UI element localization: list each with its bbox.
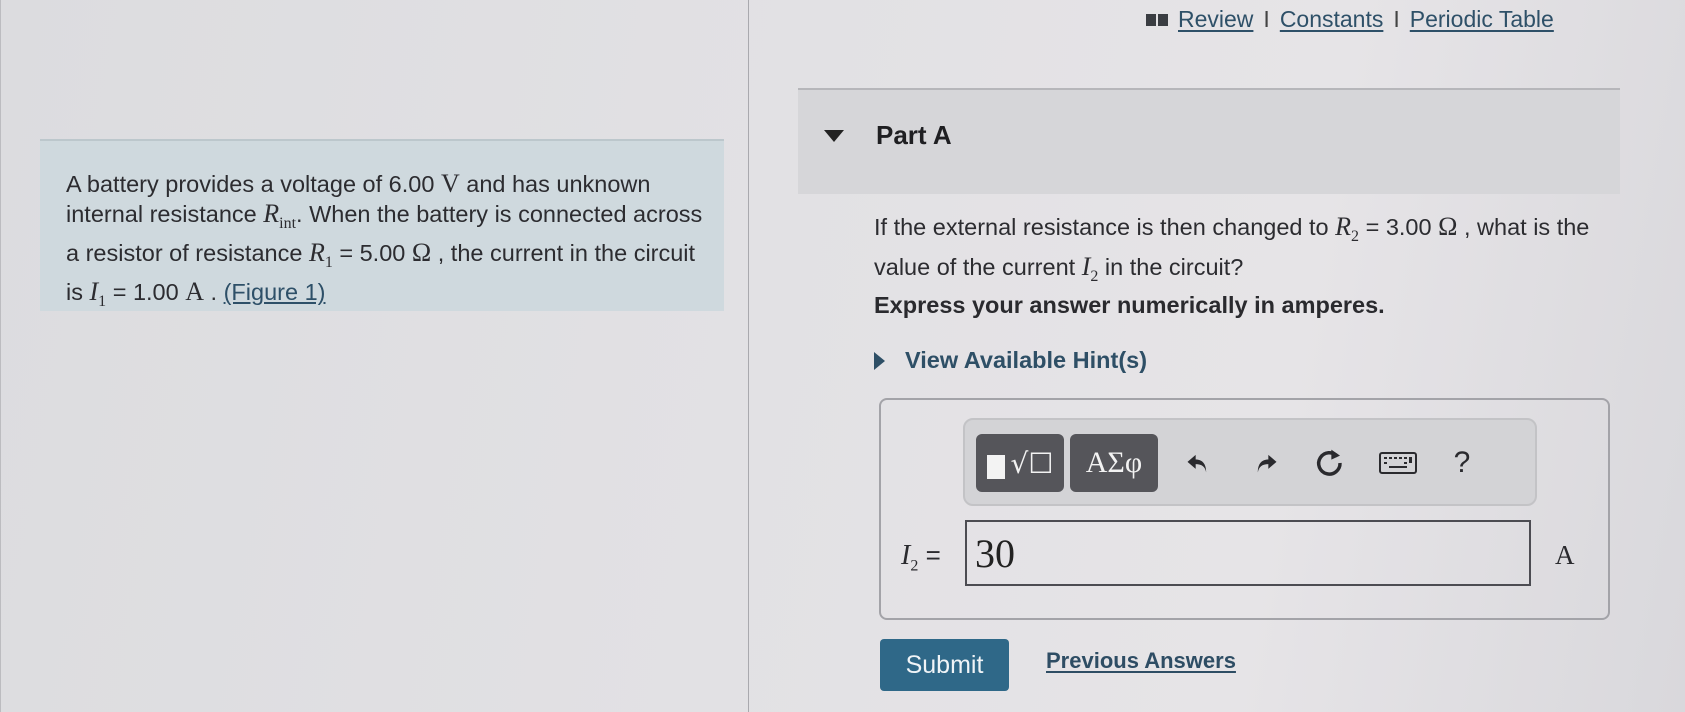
var-symbol: R <box>1335 212 1352 241</box>
reset-icon <box>1317 449 1342 476</box>
templates-button[interactable]: √☐ <box>976 434 1064 492</box>
var-subscript: 1 <box>324 254 333 272</box>
book-icon <box>1146 13 1168 26</box>
greek-symbols-button[interactable]: ΑΣφ <box>1070 434 1158 492</box>
text-segment: = 3.00 <box>1359 214 1439 240</box>
var-i1: I1 <box>89 277 107 310</box>
part-title: Part A <box>876 120 952 150</box>
text-segment: = 1.00 <box>106 279 186 306</box>
problem-text: A battery provides a voltage of 6.00 V a… <box>66 169 706 317</box>
undo-button[interactable] <box>1173 434 1223 492</box>
review-link[interactable]: Review <box>1178 6 1253 33</box>
unit-ohms: Ω <box>1438 212 1458 241</box>
text-segment: A battery provides a voltage of 6.00 <box>66 171 441 197</box>
problem-statement-box: A battery provides a voltage of 6.00 V a… <box>40 139 724 311</box>
var-symbol: R <box>308 238 325 268</box>
var-subscript: int <box>279 215 297 233</box>
expand-triangle-icon <box>874 351 885 370</box>
answer-panel: √☐ ΑΣφ ? I2 = A <box>879 398 1610 620</box>
link-separator: I <box>1263 6 1270 32</box>
var-symbol: R <box>263 199 280 228</box>
keyboard-button[interactable] <box>1373 434 1423 492</box>
help-button[interactable]: ? <box>1437 434 1487 492</box>
var-r-int: Rint <box>263 199 296 232</box>
var-r2: R2 <box>1335 212 1359 245</box>
var-subscript: 1 <box>98 293 107 311</box>
math-toolbar: √☐ ΑΣφ ? <box>963 418 1537 506</box>
text-segment: . <box>204 279 224 306</box>
view-hints-toggle[interactable]: View Available Hint(s) <box>874 347 1147 374</box>
redo-button[interactable] <box>1241 434 1291 492</box>
var-i2: I2 <box>901 540 918 575</box>
var-subscript: 2 <box>910 557 919 575</box>
reset-button[interactable] <box>1305 434 1355 492</box>
resource-links: Review I Constants I Periodic Table <box>1146 6 1554 33</box>
figure-link[interactable]: (Figure 1) <box>224 279 326 305</box>
equals-sign: = <box>925 540 941 570</box>
submit-button[interactable]: Submit <box>880 639 1009 691</box>
part-a-header[interactable]: Part A <box>798 88 1620 194</box>
unit-ohms: Ω <box>411 238 432 268</box>
answer-instruction: Express your answer numerically in amper… <box>874 292 1385 318</box>
undo-icon <box>1187 454 1207 473</box>
var-symbol: I <box>901 540 911 571</box>
answer-input[interactable] <box>965 520 1531 586</box>
var-r1: R1 <box>308 238 333 271</box>
answer-variable-label: I2 = <box>901 540 941 576</box>
link-separator: I <box>1393 6 1400 32</box>
var-i2: I2 <box>1082 252 1099 285</box>
unit-amps: A <box>185 277 205 307</box>
collapse-caret-icon[interactable] <box>824 130 844 142</box>
keyboard-icon <box>1379 452 1417 474</box>
var-symbol: I <box>89 277 99 307</box>
window-edge <box>0 0 1 712</box>
question-text: If the external resistance is then chang… <box>874 212 1634 292</box>
constants-link[interactable]: Constants <box>1280 6 1384 33</box>
redo-icon <box>1257 454 1277 473</box>
pane-divider <box>748 0 749 712</box>
answer-unit: A <box>1555 540 1575 570</box>
template-block-icon <box>986 455 1005 479</box>
radical-icon: √☐ <box>1010 446 1054 480</box>
var-subscript: 2 <box>1351 228 1360 246</box>
previous-answers-link[interactable]: Previous Answers <box>1046 648 1236 674</box>
text-segment: in the circuit? <box>1098 254 1244 281</box>
text-segment: = 5.00 <box>332 240 412 267</box>
periodic-table-link[interactable]: Periodic Table <box>1410 6 1554 33</box>
unit-volts: V <box>440 169 460 198</box>
hint-label: View Available Hint(s) <box>905 347 1148 373</box>
text-segment: If the external resistance is then chang… <box>874 214 1336 240</box>
